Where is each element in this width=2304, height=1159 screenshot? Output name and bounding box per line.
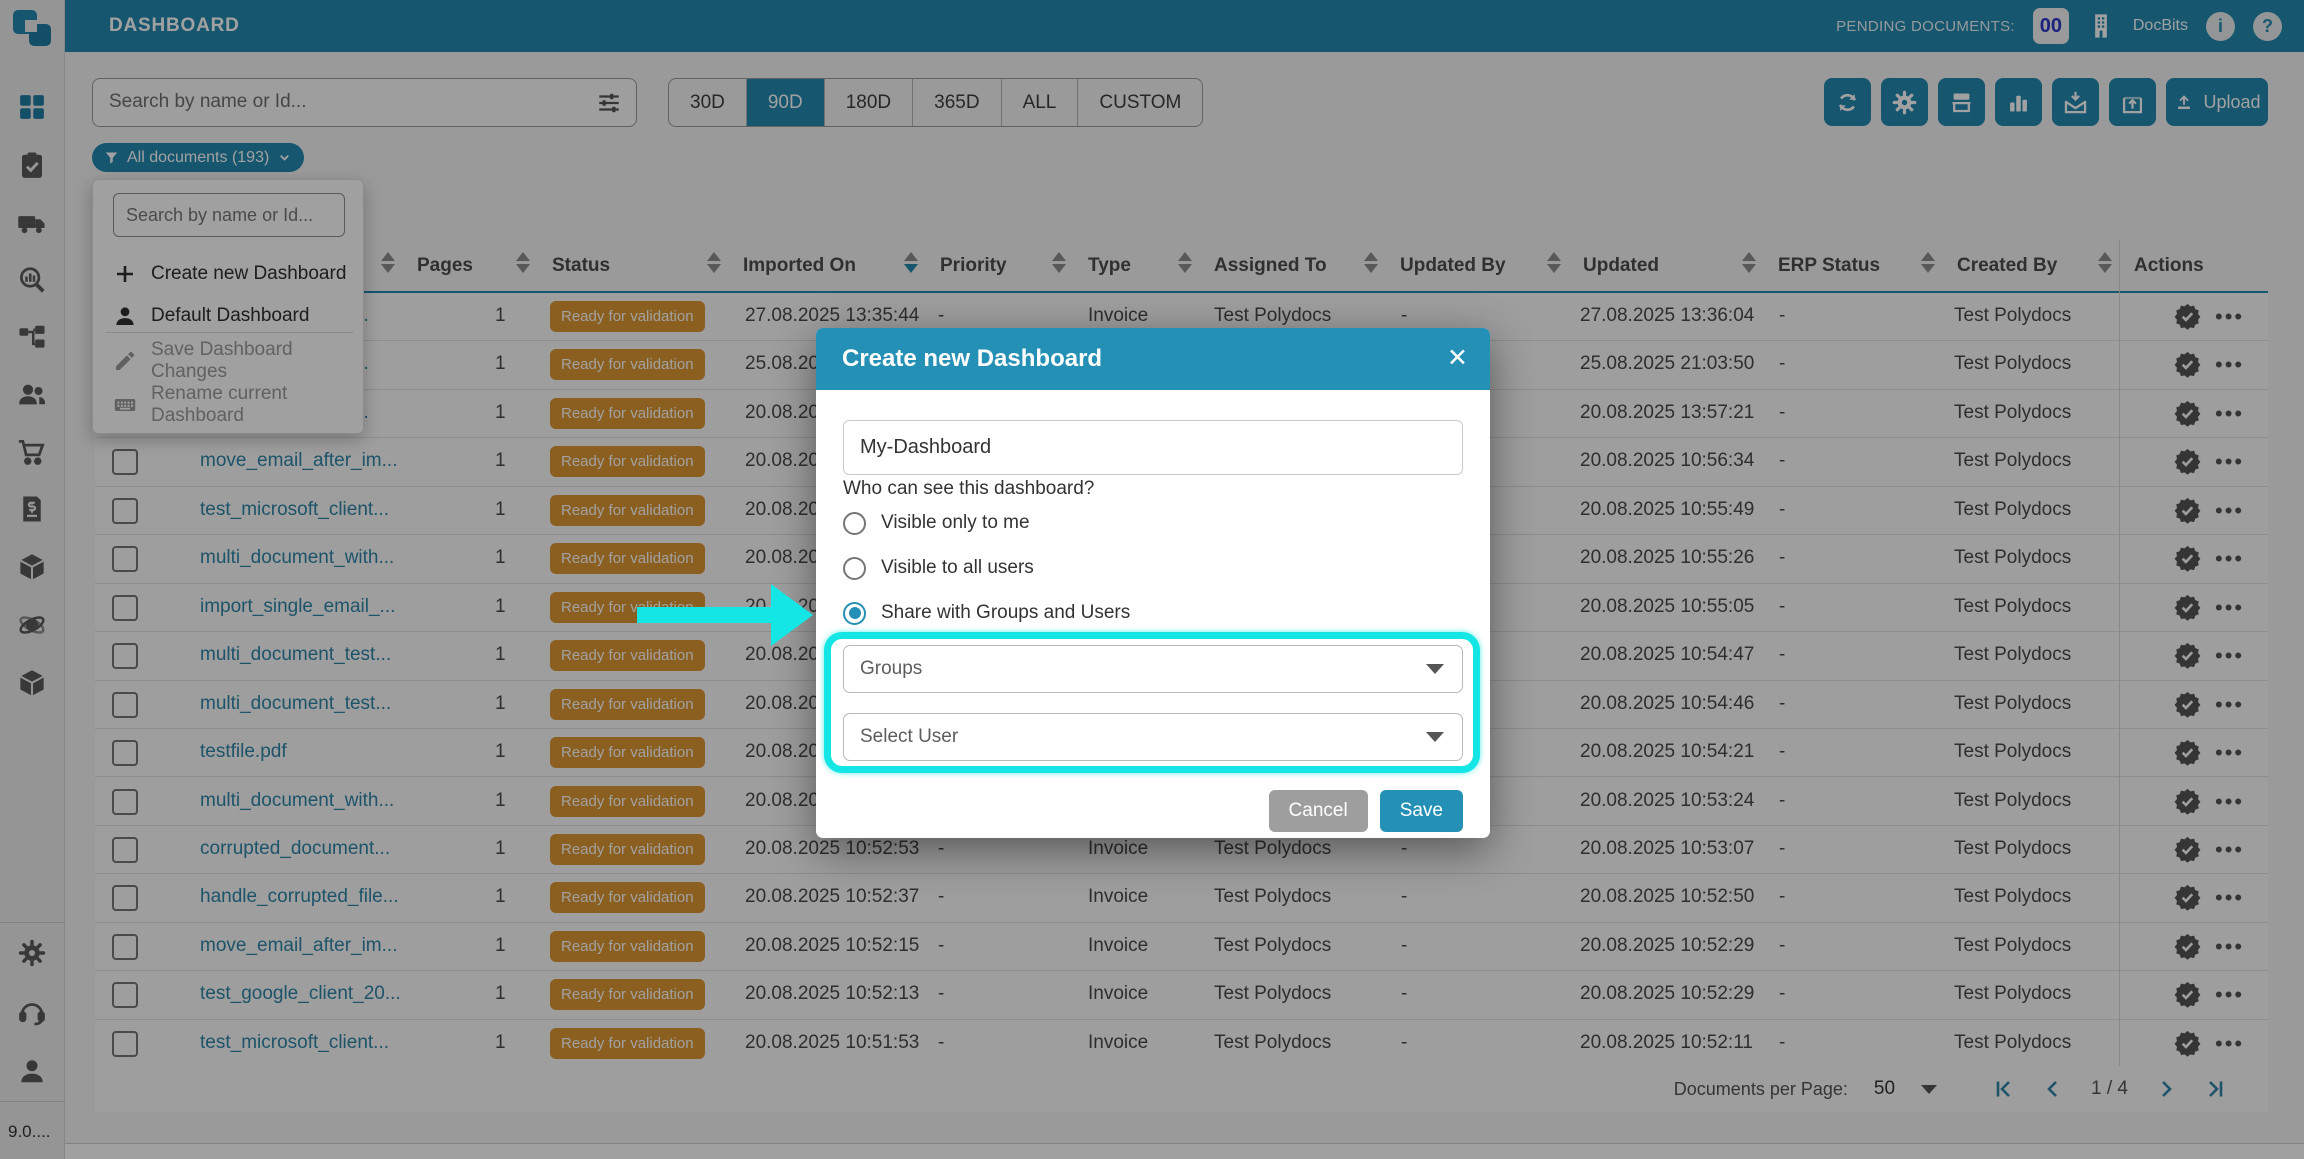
visibility-option-1[interactable]: Visible only to me [843,508,1030,538]
dashboard-name-input[interactable] [843,420,1463,475]
visibility-option-3[interactable]: Share with Groups and Users [843,598,1130,628]
dropdown-caret-icon [1426,664,1444,674]
radio-button[interactable] [843,601,866,625]
modal-header: Create new Dashboard ✕ [816,328,1490,390]
radio-label: Visible to all users [881,557,1034,578]
groups-select[interactable]: Groups [843,645,1463,693]
visibility-option-2[interactable]: Visible to all users [843,553,1034,583]
create-dashboard-modal: Create new Dashboard ✕ Who can see this … [816,328,1490,838]
radio-button[interactable] [843,556,866,580]
radio-label: Visible only to me [881,512,1030,533]
radio-button[interactable] [843,511,866,535]
radio-label: Share with Groups and Users [881,602,1131,623]
visibility-question-label: Who can see this dashboard? [843,478,1095,499]
close-icon[interactable]: ✕ [1447,343,1468,373]
cancel-button[interactable]: Cancel [1268,790,1368,832]
dropdown-caret-icon [1426,732,1444,742]
user-select-placeholder: Select User [860,726,959,747]
app-root: 9.0.... DASHBOARD PENDING DOCUMENTS: 00 … [0,0,2304,1159]
modal-title: Create new Dashboard [842,345,1103,372]
groups-select-placeholder: Groups [860,658,923,679]
save-button[interactable]: Save [1379,790,1463,832]
user-select[interactable]: Select User [843,713,1463,761]
